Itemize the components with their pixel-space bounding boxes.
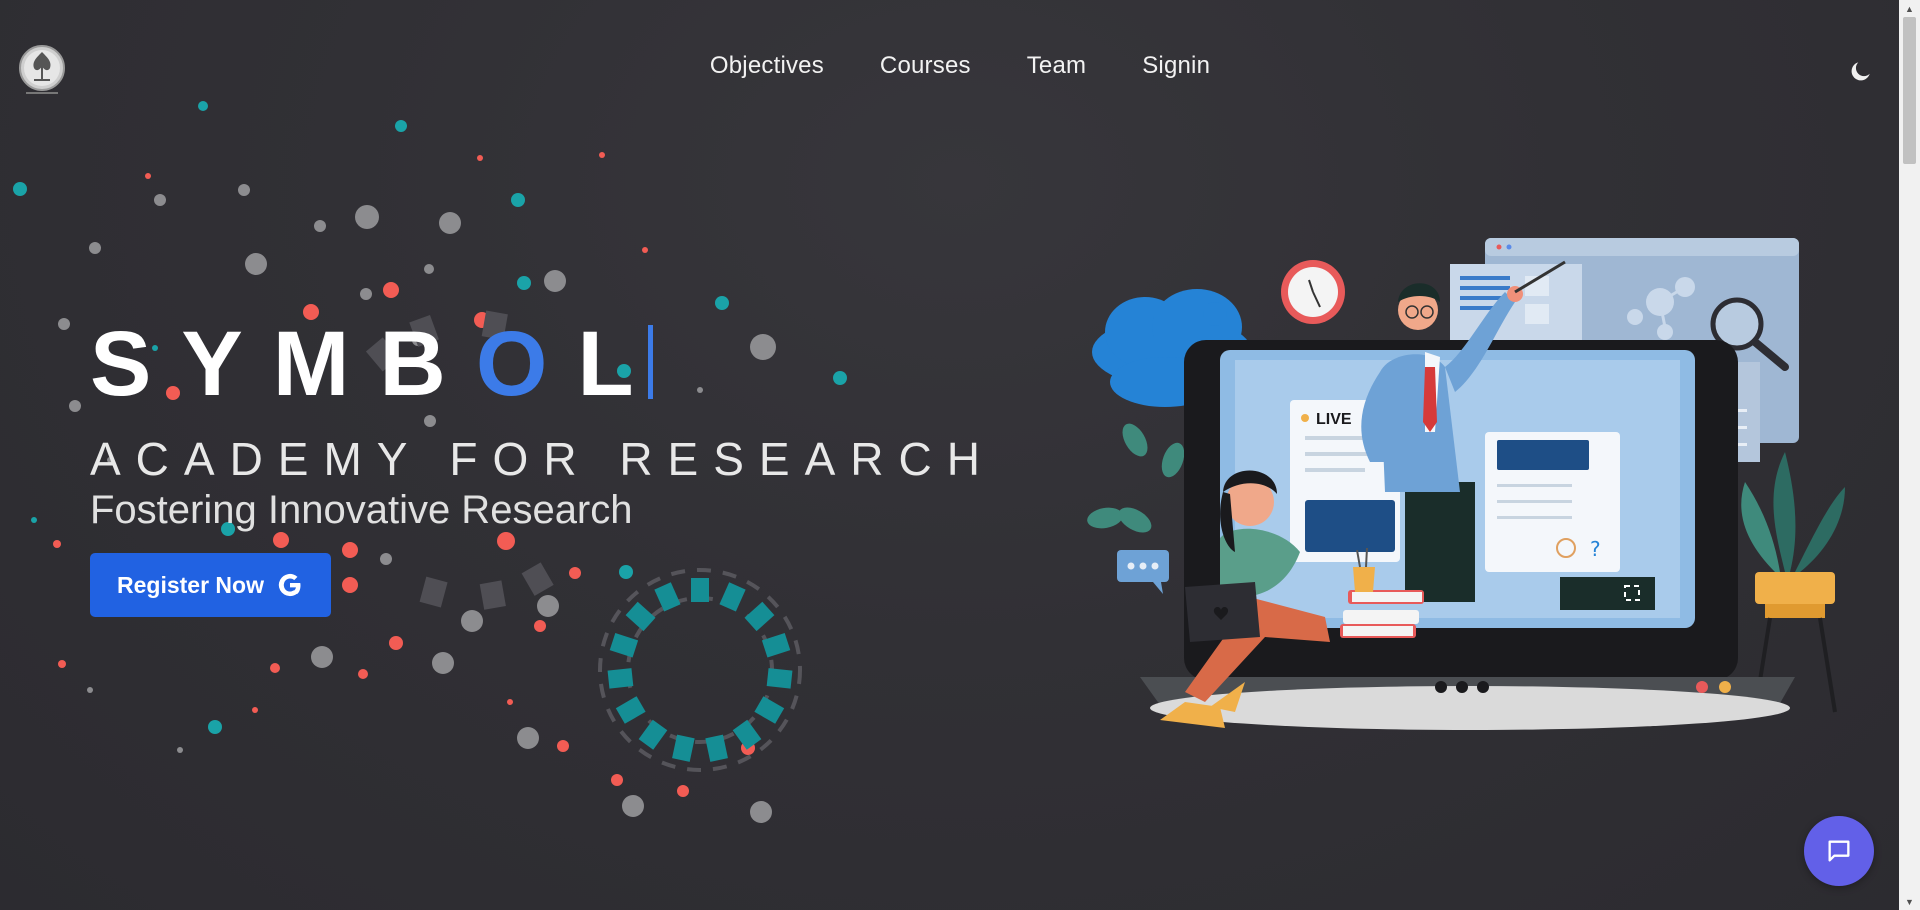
- potted-plant: [1741, 452, 1845, 713]
- register-now-button[interactable]: Register Now: [90, 553, 331, 617]
- speech-bubble-decor: [1117, 550, 1169, 594]
- page-scrollbar[interactable]: ▲ ▼: [1899, 0, 1920, 910]
- teal-swirl: [607, 578, 793, 762]
- hero-tagline: Fostering Innovative Research: [90, 488, 633, 532]
- title-main: SYMB: [90, 313, 476, 415]
- nav-team[interactable]: Team: [1027, 52, 1087, 80]
- scroll-down-arrow-icon[interactable]: ▼: [1899, 893, 1920, 910]
- typing-caret: [647, 325, 653, 399]
- register-label: Register Now: [117, 571, 264, 598]
- nav-signin[interactable]: Signin: [1142, 52, 1210, 80]
- nav-courses[interactable]: Courses: [880, 52, 971, 80]
- scrollbar-thumb[interactable]: [1903, 17, 1916, 164]
- theme-toggle-button[interactable]: [1848, 58, 1874, 84]
- live-label: LIVE: [1316, 411, 1352, 428]
- hero-subtitle: ACADEMY FOR RESEARCH: [90, 433, 995, 485]
- svg-text:?: ?: [1590, 537, 1601, 561]
- moon-icon: [1851, 62, 1870, 81]
- online-class-illustration: ☑: [1087, 238, 1845, 730]
- chat-button[interactable]: [1804, 816, 1874, 886]
- leaf-decor: [1087, 423, 1185, 533]
- main-nav: Objectives Courses Team Signin: [0, 52, 1920, 80]
- hero-title: SYMBOL: [90, 318, 653, 410]
- google-icon: [278, 573, 301, 597]
- chat-bubble-icon: [1828, 840, 1850, 862]
- wall-clock: [1281, 260, 1345, 324]
- title-accent: O: [475, 313, 578, 415]
- scroll-up-arrow-icon[interactable]: ▲: [1899, 0, 1920, 17]
- nav-objectives[interactable]: Objectives: [710, 52, 824, 80]
